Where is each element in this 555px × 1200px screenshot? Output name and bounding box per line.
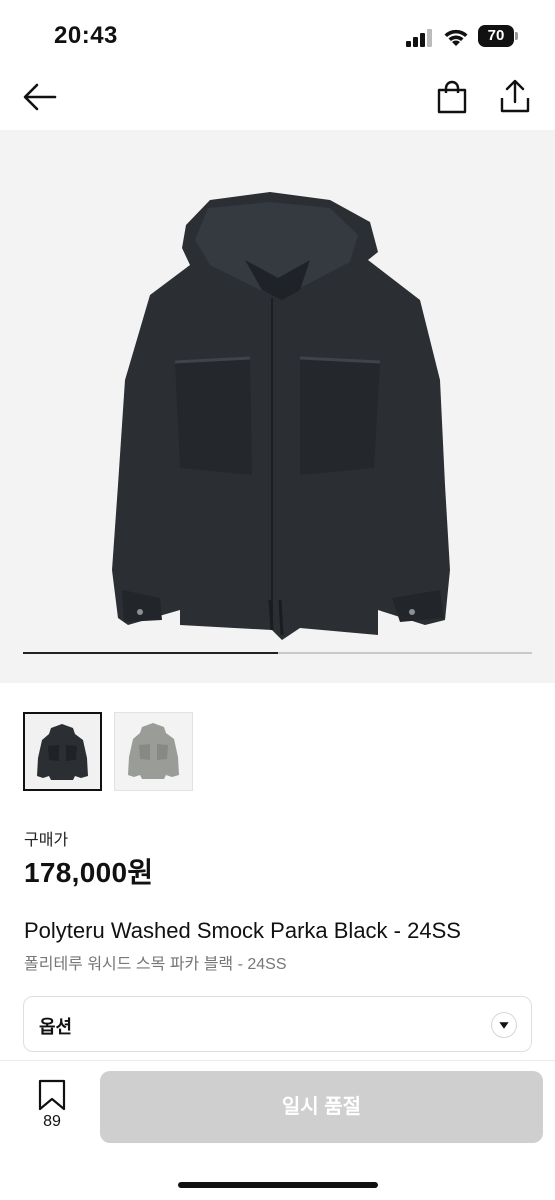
battery-icon: 70 [478, 25, 518, 47]
wifi-icon [444, 29, 468, 46]
status-time: 20:43 [54, 22, 118, 49]
bookmark-icon [38, 1079, 66, 1111]
thumbnail-black-image [25, 714, 100, 789]
bookmark-button[interactable]: 89 [32, 1079, 72, 1133]
home-indicator [178, 1182, 378, 1188]
product-subtitle: 폴리테루 워시드 스목 파카 블랙 - 24SS [24, 956, 287, 973]
status-bar: 20:43 70 [0, 0, 555, 70]
bookmark-count: 89 [43, 1113, 61, 1130]
gallery-progress-fill [23, 652, 278, 654]
share-icon[interactable] [498, 78, 532, 114]
chevron-down-icon [491, 1012, 517, 1038]
battery-level: 70 [478, 25, 514, 47]
option-select[interactable]: 옵션 [23, 996, 532, 1052]
signal-icon [406, 29, 432, 47]
product-image[interactable] [0, 130, 555, 683]
nav-bar [0, 70, 555, 130]
option-label: 옵션 [39, 1017, 73, 1037]
thumbnail-list [23, 712, 223, 792]
thumbnail-grey[interactable] [114, 712, 193, 791]
bottom-bar: 89 일시 품절 [0, 1060, 555, 1200]
thumbnail-grey-image [115, 713, 192, 790]
product-title: Polyteru Washed Smock Parka Black - 24SS [24, 918, 461, 943]
gallery-progress [23, 652, 532, 654]
parka-image [112, 192, 450, 640]
thumbnail-black[interactable] [23, 712, 102, 791]
price-label: 구매가 [24, 832, 69, 849]
sold-out-button[interactable]: 일시 품절 [100, 1071, 543, 1143]
shopping-bag-icon[interactable] [436, 80, 468, 114]
back-button[interactable] [22, 82, 58, 112]
battery-cap [515, 32, 518, 40]
price: 178,000원 [24, 857, 154, 888]
